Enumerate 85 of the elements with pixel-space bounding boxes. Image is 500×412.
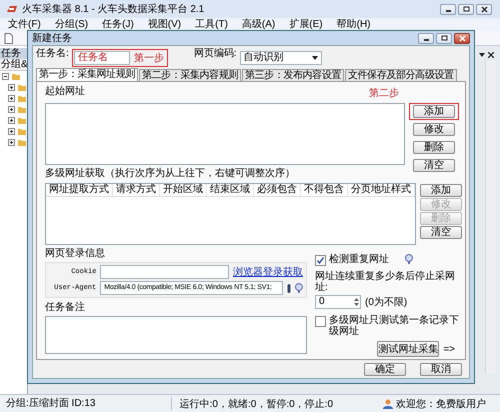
section-label: 多级网址获取（执行次序为从上往下，右键可调整次序） xyxy=(45,168,295,180)
expand-icon[interactable] xyxy=(8,139,15,146)
menu-item[interactable]: 工具(T) xyxy=(195,18,228,30)
field-label: 网页编码: xyxy=(194,48,237,60)
checkbox[interactable] xyxy=(315,255,326,266)
user-icon xyxy=(383,398,393,408)
tab[interactable]: 第二步：采集内容规则 xyxy=(139,69,242,81)
maximize-button[interactable] xyxy=(458,4,474,14)
panel-header: 任务 xyxy=(0,48,27,59)
checkbox[interactable] xyxy=(315,316,326,327)
help-icon[interactable] xyxy=(405,254,413,264)
tab[interactable]: 第一步：采集网址规则 xyxy=(36,68,138,81)
close-icon xyxy=(458,34,466,42)
action-button[interactable]: 添加 xyxy=(420,184,462,197)
app-icon xyxy=(6,4,18,14)
section-label: 起始网址 xyxy=(45,86,85,98)
collapse-icon[interactable] xyxy=(2,73,9,80)
status-text: 分组:压缩封面 ID:13 xyxy=(0,397,172,410)
menu-item[interactable]: 高级(A) xyxy=(242,18,276,30)
column-header[interactable]: 结束区域 xyxy=(207,184,254,196)
column-header[interactable]: 开始区域 xyxy=(160,184,207,196)
window-title: 火车采集器 8.1 - 火车头数据采集平台 2.1 xyxy=(22,2,204,16)
hint-text: (0为不限) xyxy=(365,296,408,309)
test-button[interactable]: 测试网址采集 xyxy=(377,341,440,357)
browser-login-link[interactable]: 浏览器登录获取 xyxy=(233,265,303,279)
action-button[interactable]: 添加 xyxy=(413,105,455,118)
menu-item[interactable]: 文件(F) xyxy=(8,18,41,30)
number-spinner[interactable]: 0 xyxy=(315,295,361,309)
menu-item[interactable]: 任务(J) xyxy=(102,18,134,30)
group-filter[interactable]: 分组& xyxy=(0,59,27,71)
status-text: 运行中:0，就绪:0，暂停:0，停止:0 xyxy=(178,398,334,410)
restore-icon xyxy=(440,34,448,42)
caret-icon xyxy=(312,56,318,60)
column-header[interactable]: 网址提取方式 xyxy=(46,184,113,196)
action-button[interactable]: 清空 xyxy=(413,159,455,172)
menu-item[interactable]: 扩展(E) xyxy=(289,18,323,30)
spin-arrows-icon[interactable] xyxy=(354,297,359,307)
close-icon xyxy=(480,6,488,12)
restore-icon xyxy=(462,6,470,12)
maximize-button[interactable] xyxy=(436,32,452,44)
arrow-text: => xyxy=(443,344,455,354)
check-icon xyxy=(316,256,325,265)
checkbox-label: 检测重复网址 xyxy=(329,254,389,265)
menu-item[interactable]: 视图(V) xyxy=(148,18,182,30)
action-button[interactable]: 清空 xyxy=(420,226,462,239)
section-label: 网页登录信息 xyxy=(45,248,105,260)
dialog-button[interactable]: 确定 xyxy=(364,362,406,376)
close-icon[interactable] xyxy=(488,52,494,58)
column-header[interactable]: 请求方式 xyxy=(113,184,160,196)
menu-item[interactable]: 帮助(H) xyxy=(336,18,370,30)
minimize-button[interactable] xyxy=(440,4,456,14)
expand-icon[interactable] xyxy=(8,106,15,113)
expand-icon[interactable] xyxy=(8,128,15,135)
task-name-field[interactable]: 任务名 xyxy=(74,51,130,65)
annotation-text: 第二步 xyxy=(369,86,399,100)
dropdown-icon[interactable] xyxy=(479,52,485,58)
menu-item[interactable]: 分组(S) xyxy=(54,18,88,30)
cookie-field[interactable] xyxy=(100,265,229,279)
annotation-text: 第一步 xyxy=(134,52,164,65)
action-button[interactable]: 删除 xyxy=(413,141,455,154)
scrollbar[interactable] xyxy=(485,60,496,374)
checkbox-label: 多级网址只测试第一条记录下级网址 xyxy=(329,315,460,337)
dialog-button[interactable]: 取消 xyxy=(420,362,462,376)
help-icon[interactable] xyxy=(295,283,303,293)
column-header[interactable]: 分页地址样式 xyxy=(348,184,415,196)
expand-icon[interactable] xyxy=(8,95,15,102)
action-button[interactable]: 修改 xyxy=(413,123,455,136)
user-status: 欢迎您：免费版用户 xyxy=(396,398,486,410)
tab[interactable]: 文件保存及部分高级设置 xyxy=(345,69,457,81)
expand-icon[interactable] xyxy=(8,84,15,91)
section-label: 任务备注 xyxy=(45,302,85,314)
encoding-dropdown[interactable]: 自动识别 xyxy=(240,51,322,65)
column-header[interactable]: 必须包含 xyxy=(254,184,301,196)
document-icon[interactable] xyxy=(4,32,13,44)
dialog-title: 新建任务 xyxy=(32,32,72,45)
rule-list[interactable]: 网址提取方式 请求方式 开始区域 结束区域 必须包含 不得包含 分页地址样式 xyxy=(45,183,416,245)
close-button[interactable] xyxy=(476,4,492,14)
field-label: 网址连续重复多少条后停止采网址: xyxy=(315,271,456,293)
field-label: 任务名: xyxy=(36,48,69,60)
minimize-button[interactable] xyxy=(418,32,434,44)
notes-field[interactable] xyxy=(45,316,307,354)
column-header[interactable]: 不得包含 xyxy=(301,184,348,196)
close-button[interactable] xyxy=(454,32,470,44)
tab[interactable]: 第三步：发布内容设置 xyxy=(242,69,344,81)
expand-icon[interactable] xyxy=(8,117,15,124)
